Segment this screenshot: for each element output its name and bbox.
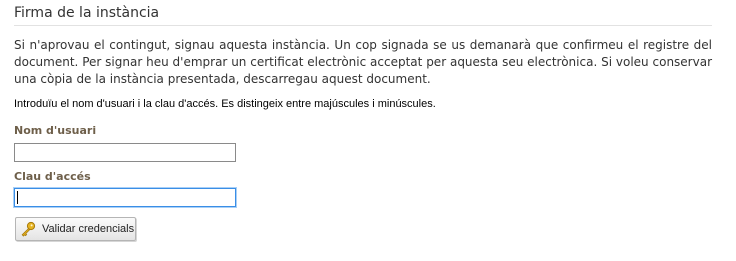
title-divider: [14, 25, 712, 26]
username-input[interactable]: [14, 143, 236, 162]
password-label: Clau d'accés: [14, 170, 91, 183]
username-label: Nom d'usuari: [14, 124, 97, 137]
credentials-instructions: Introduïu el nom d'usuari i la clau d'ac…: [14, 98, 436, 110]
validate-credentials-button[interactable]: Validar credencials: [15, 217, 136, 241]
section-title: Firma de la instància: [14, 5, 160, 21]
intro-paragraph: Si n'aprovau el contingut, signau aquest…: [14, 38, 712, 86]
validate-credentials-label: Validar credencials: [42, 223, 135, 235]
text-caret: [17, 191, 18, 204]
password-input[interactable]: [14, 188, 236, 207]
key-icon: [20, 221, 36, 237]
